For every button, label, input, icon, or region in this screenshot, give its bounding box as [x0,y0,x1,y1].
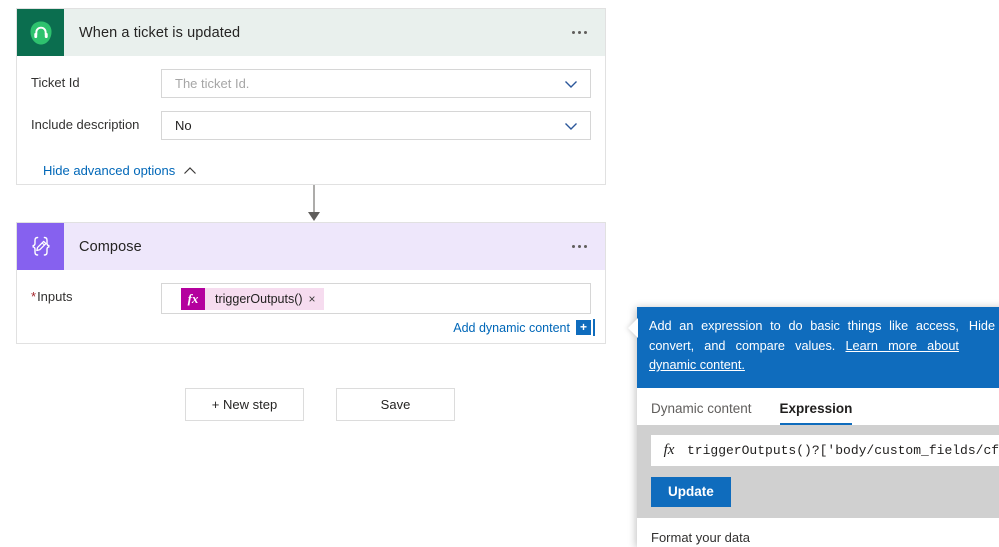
form-row-include-description: Include description No [31,111,591,140]
remove-token-icon[interactable]: × [309,293,324,305]
ellipsis-dot [583,31,587,34]
ellipsis-dot [577,31,581,34]
trigger-card-body: Ticket Id The ticket Id. Include descrip… [17,69,605,178]
fx-icon: fx [663,441,675,458]
compose-card[interactable]: Compose *Inputs fx triggerOutputs() × Ad… [16,222,606,344]
step-connector-arrow [305,185,323,222]
trigger-card-menu-button[interactable] [563,21,595,45]
format-your-data-heading: Format your data [651,529,750,545]
ellipsis-dot [583,245,587,248]
info-banner-text: Add an expression to do basic things lik… [649,317,969,376]
chevron-down-icon[interactable] [564,119,578,133]
hide-banner-link[interactable]: Hide [969,317,995,337]
fx-icon: fx [181,287,205,310]
flow-designer-canvas: When a ticket is updated Ticket Id The t… [0,0,999,547]
designer-action-buttons: + New step Save [185,388,455,421]
inputs-label-text: Inputs [37,289,73,304]
form-row-ticket-id: Ticket Id The ticket Id. [31,69,591,98]
required-marker: * [31,289,37,304]
ellipsis-dot [571,245,575,248]
compose-card-body: *Inputs fx triggerOutputs() × Add dynami… [17,283,605,336]
ticket-id-placeholder: The ticket Id. [175,76,250,91]
hide-advanced-options-label: Hide advanced options [43,163,176,178]
expression-token-chip[interactable]: fx triggerOutputs() × [181,287,324,310]
compose-card-header[interactable]: Compose [17,223,605,270]
tab-dynamic-content[interactable]: Dynamic content [651,401,752,425]
include-description-select[interactable]: No [161,111,591,140]
chevron-down-icon[interactable] [564,77,578,91]
form-row-inputs: *Inputs fx triggerOutputs() × Add dynami… [31,283,595,336]
compose-card-menu-button[interactable] [563,235,595,259]
headset-icon [17,9,64,56]
compose-braces-icon [17,223,64,270]
add-dynamic-content-link[interactable]: Add dynamic content [453,321,570,335]
trigger-card[interactable]: When a ticket is updated Ticket Id The t… [16,8,606,185]
hide-advanced-options-link[interactable]: Hide advanced options [43,163,197,178]
token-label: triggerOutputs() [215,291,303,306]
include-description-value: No [175,118,192,133]
save-button[interactable]: Save [336,388,455,421]
tab-expression[interactable]: Expression [779,401,852,425]
panel-callout-beak [628,318,638,338]
info-banner: Add an expression to do basic things lik… [637,307,999,388]
inputs-label: *Inputs [31,283,161,305]
expression-input[interactable]: fx triggerOutputs()?['body/custom_fields… [651,434,999,466]
add-dynamic-content-row: Add dynamic content + [161,319,595,336]
ticket-id-input[interactable]: The ticket Id. [161,69,591,98]
ellipsis-dot [571,31,575,34]
inputs-token-field[interactable]: fx triggerOutputs() × [161,283,591,314]
trigger-card-title: When a ticket is updated [79,24,241,41]
expression-editor-area: fx triggerOutputs()?['body/custom_fields… [637,424,999,518]
expression-flyout-panel: Add an expression to do basic things lik… [637,307,999,547]
ticket-id-label: Ticket Id [31,75,80,90]
chevron-up-icon [183,163,197,178]
panel-footer: Format your data [637,517,999,545]
add-dynamic-content-plus-button[interactable]: + [576,319,595,336]
ellipsis-dot [577,245,581,248]
trigger-card-header[interactable]: When a ticket is updated [17,9,605,56]
compose-card-title: Compose [79,238,142,255]
include-description-label: Include description [31,117,140,132]
expression-input-value: triggerOutputs()?['body/custom_fields/cf… [687,442,999,458]
panel-tab-list: Dynamic content Expression [637,387,999,425]
update-button[interactable]: Update [651,476,731,507]
new-step-button[interactable]: + New step [185,388,304,421]
